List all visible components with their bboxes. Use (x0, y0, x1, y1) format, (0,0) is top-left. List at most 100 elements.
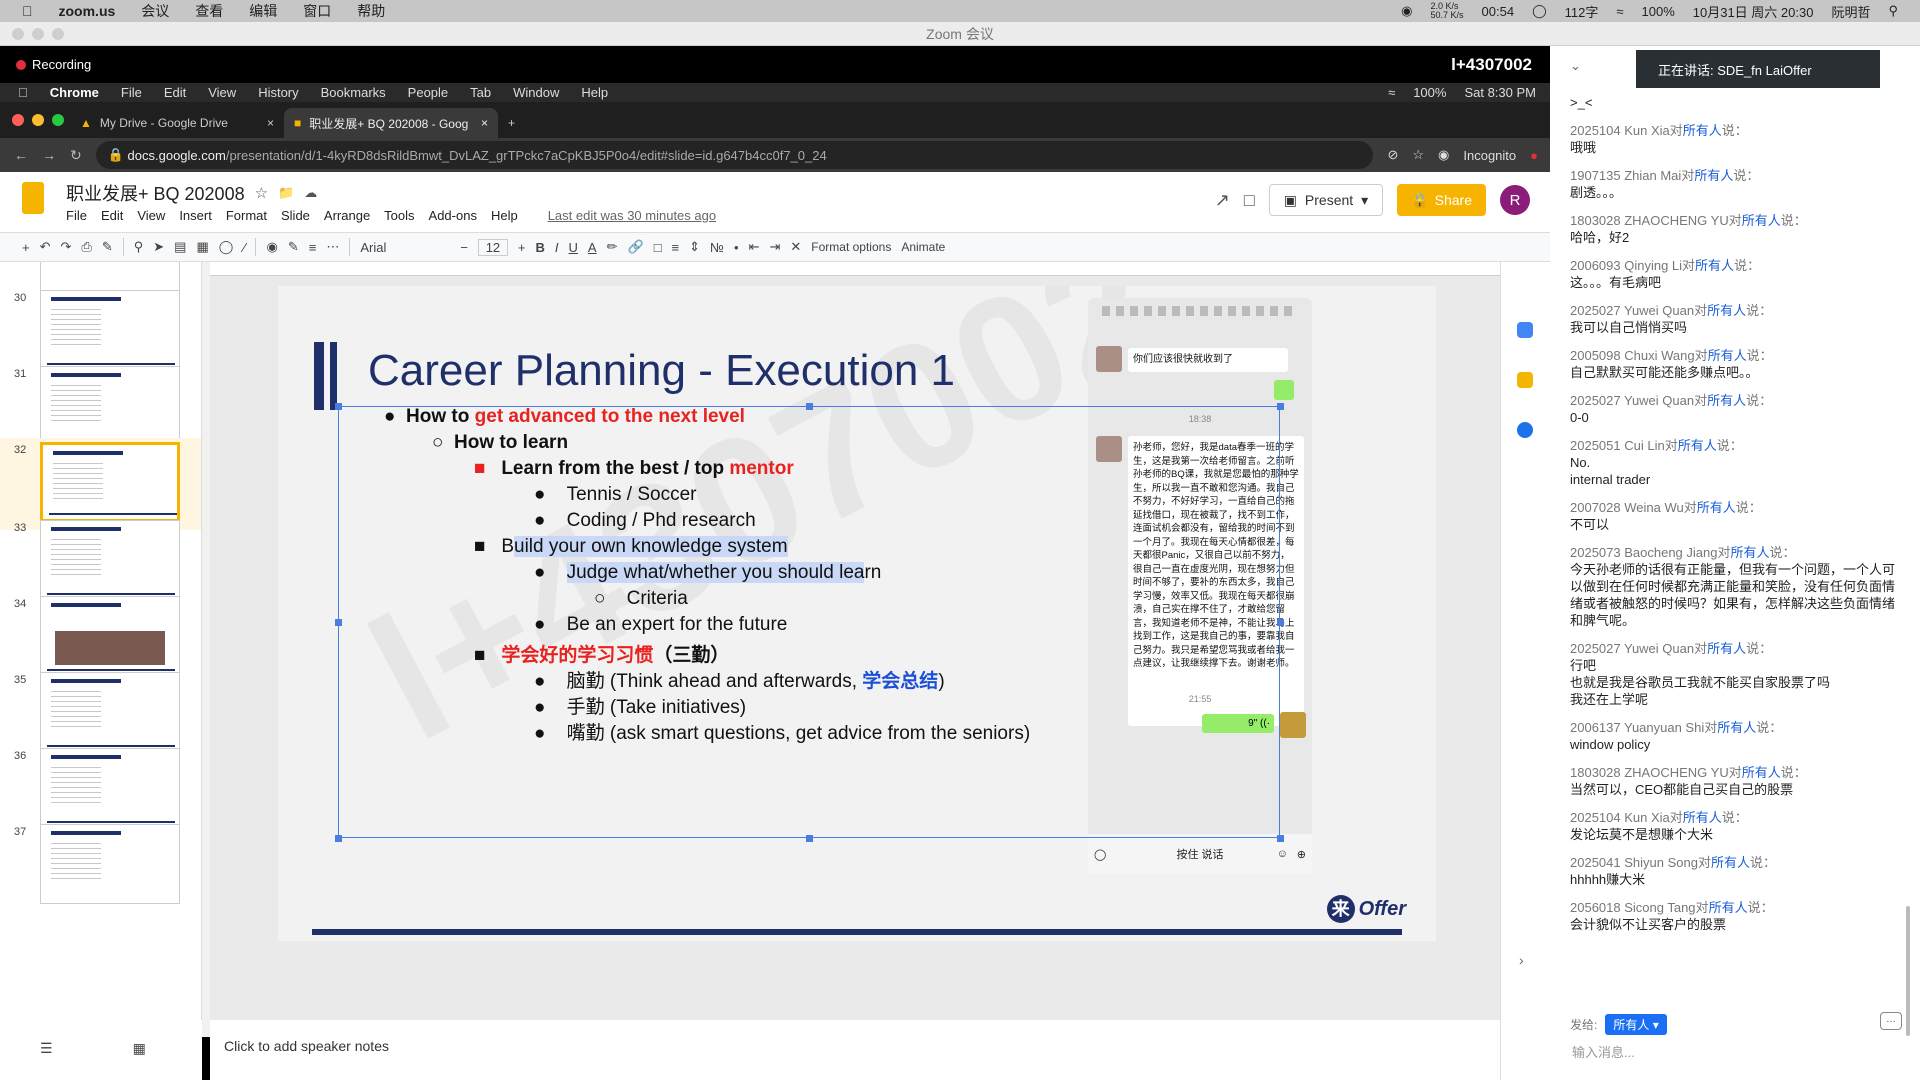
to-label: 对 (1717, 545, 1731, 560)
zoom-icon: ⚲ (133, 239, 144, 254)
chevron-down-icon[interactable]: ⌄ (1570, 58, 1581, 74)
resize-handle (335, 403, 342, 410)
cloud-icon: ☁ (304, 185, 318, 200)
thumb-footer-bar (47, 669, 175, 671)
said-label: 说： (1769, 545, 1796, 560)
thumb-text-lines (51, 305, 101, 345)
chat-message: 2025027 Yuwei Quan对所有人说： 0-0 (1570, 390, 1900, 426)
chat-message: 2006093 Qinying Li对所有人说： 这。。。有毛病吧 (1570, 255, 1900, 291)
said-label: 说： (1733, 168, 1760, 183)
forward-icon: → (42, 147, 56, 163)
recipient: 所有人 (1696, 500, 1736, 515)
sender-name: 2025027 Yuwei Quan (1570, 641, 1695, 656)
user-name[interactable]: 阮明哲 (1831, 2, 1870, 21)
lock-icon: 🔒 (1411, 191, 1429, 208)
undo-icon: ↶ (39, 239, 51, 254)
tab-close-icon: × (480, 116, 488, 130)
chat-text: 自己默默买可能还能多赚点吧。。 (1570, 365, 1759, 380)
increase-font-icon: + (517, 239, 526, 255)
tab-my-drive: ▲ My Drive - Google Drive × (70, 108, 284, 138)
resize-handle (1277, 403, 1284, 410)
slide-thumbnail (40, 824, 180, 904)
recipient: 所有人 (1694, 168, 1734, 183)
sender-name: 2025104 Kun Xia (1570, 810, 1670, 825)
wifi-icon[interactable]: ≈ (1616, 4, 1623, 19)
inner-menu-window: Window (503, 85, 559, 100)
menu-help[interactable]: 帮助 (357, 1, 385, 21)
recording-dot-icon (16, 59, 26, 70)
chat-text: 会计貌似不让买客户的股票 (1570, 917, 1727, 932)
apple-icon[interactable]:  (22, 3, 33, 19)
to-label: 对 (1728, 213, 1742, 228)
chat-message: 2006137 Yuanyuan Shi对所有人说： window policy (1570, 717, 1900, 753)
wechat-icon[interactable]: ◯ (1532, 3, 1547, 19)
chat-sender: 2056018 Sicong Tang对所有人说： (1570, 897, 1900, 916)
chat-sender: 2025051 Cui Lin对所有人说： (1570, 435, 1900, 454)
sender-name: 2006093 Qinying Li (1570, 258, 1683, 273)
font-size-field: 12 (477, 238, 508, 256)
chat-panel: ⌄ 正在讲话: SDE_fn LaiOffer >_< 2025104 Kun X… (1550, 46, 1920, 1080)
select-icon: ➤ (153, 239, 165, 254)
to-label: 对 (1683, 500, 1697, 515)
send-to-label: 发给: (1570, 1018, 1598, 1032)
to-label: 对 (1694, 641, 1708, 656)
mac-menu-bar:  zoom.us 会议 查看 编辑 窗口 帮助 ◉ 2.0 K/s 50.7 … (0, 0, 1920, 22)
back-icon: ← (14, 147, 28, 163)
chat-scrollbar[interactable] (1906, 906, 1910, 1036)
menu-window[interactable]: 窗口 (303, 1, 331, 21)
inner-menu-edit: Edit (154, 85, 186, 100)
zoom-status-icon[interactable]: ◉ (1401, 3, 1412, 19)
battery[interactable]: 100% (1642, 4, 1675, 19)
recipient: 所有人 (1682, 123, 1722, 138)
zoom-window-icon[interactable] (52, 28, 64, 40)
menu-meeting[interactable]: 会议 (141, 1, 169, 21)
text-color-icon: A (587, 239, 597, 255)
menu-slide: Slide (281, 208, 310, 223)
to-label: 对 (1669, 810, 1683, 825)
app-menu[interactable]: zoom.us (59, 3, 116, 19)
thumb-title-line (51, 297, 121, 301)
said-label: 说： (1746, 393, 1773, 408)
menu-view[interactable]: 查看 (195, 1, 223, 21)
textbox-icon: ▤ (174, 239, 187, 254)
resize-handle (335, 835, 342, 842)
decrease-font-icon: − (460, 239, 468, 255)
menu-edit[interactable]: 编辑 (249, 1, 277, 21)
window-controls (12, 28, 64, 40)
chat-text: 哦哦 (1570, 140, 1597, 155)
to-label: 对 (1694, 348, 1708, 363)
send-to-select[interactable]: 所有人 ▾ (1605, 1014, 1667, 1035)
more-options-button[interactable]: … (1880, 1012, 1902, 1030)
thumb-title-line (51, 527, 121, 531)
resize-handle (1277, 835, 1284, 842)
tab-close-icon: × (266, 116, 274, 130)
recording-label[interactable]: Recording (32, 57, 91, 72)
sender-name: 1907135 Zhian Mai (1570, 168, 1682, 183)
search-icon[interactable]: ⚲ (1888, 3, 1898, 19)
recipient: 所有人 (1677, 438, 1717, 453)
border-weight-icon: ≡ (308, 239, 317, 255)
recipient: 所有人 (1717, 720, 1757, 735)
minimize-window-icon[interactable] (32, 28, 44, 40)
inner-menu-file: File (111, 85, 142, 100)
line-spacing-icon: ⇕ (689, 239, 701, 254)
slides-icon: ■ (294, 116, 302, 130)
clock[interactable]: 10月31日 周六 20:30 (1693, 2, 1814, 21)
sender-name: 2025104 Kun Xia (1570, 123, 1670, 138)
said-label: 说： (1780, 213, 1807, 228)
chat-sender: 2025041 Shiyun Song对所有人说： (1570, 852, 1900, 871)
slide-title: Career Planning - Execution 1 (368, 346, 955, 395)
alert-icon: ● (1530, 147, 1538, 163)
chat-sender: 2025027 Yuwei Quan对所有人说： (1570, 300, 1900, 319)
said-label: 说： (1746, 641, 1773, 656)
chat-input[interactable]: 输入消息... (1572, 1042, 1635, 1061)
chat-text: 行吧 (1570, 658, 1597, 673)
chat-sender: 2025027 Yuwei Quan对所有人说： (1570, 390, 1900, 409)
image-icon: ▦ (196, 239, 209, 254)
thumb-title-line (51, 679, 121, 683)
animate-button: Animate (901, 240, 946, 254)
chat-avatar (1096, 346, 1122, 372)
address-bar: 🔒 docs.google.com /presentation/d/1-4kyR… (95, 141, 1374, 169)
close-window-icon[interactable] (12, 28, 24, 40)
share-button: 🔒 Share (1397, 184, 1486, 216)
